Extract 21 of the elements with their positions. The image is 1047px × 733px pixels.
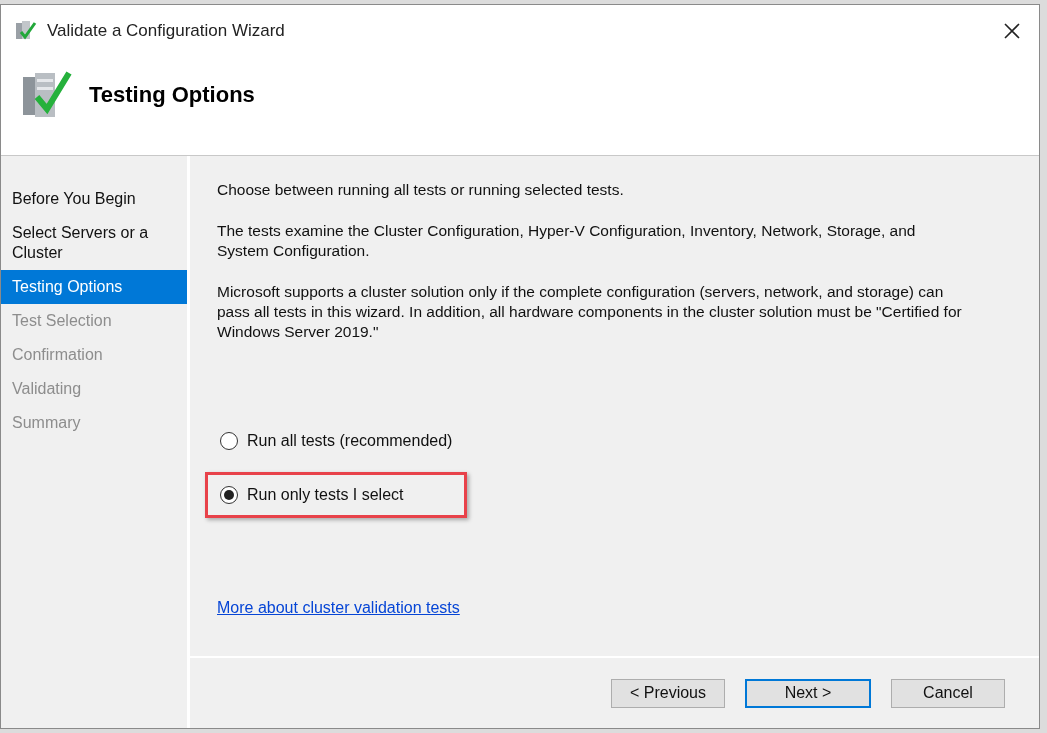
option-label[interactable]: Run all tests (recommended) xyxy=(247,429,453,453)
window-title: Validate a Configuration Wizard xyxy=(47,20,285,43)
wizard-step: Select Servers or a Cluster xyxy=(1,216,187,270)
description-text: Microsoft supports a cluster solution only if the complete configuration (servers, network, and storage) can pass all tests in this wizard. In addition, all hardware components in the cluster solution must be "Certified for Windows Server 2019." xyxy=(217,282,963,342)
description-text: The tests examine the Cluster Configuration, Hyper-V Configuration, Inventory, Network, Storage, and System Configuration. xyxy=(217,221,917,261)
wizard-step: Test Selection xyxy=(1,304,187,338)
option-label[interactable]: Run only tests I select xyxy=(247,483,404,507)
wizard-step: Testing Options xyxy=(1,270,187,304)
radio-button[interactable] xyxy=(220,432,238,450)
radio-button[interactable] xyxy=(220,486,238,504)
close-icon[interactable] xyxy=(1003,22,1021,40)
wizard-button[interactable]: Next > xyxy=(745,678,871,708)
wizard-button[interactable]: < Previous xyxy=(611,678,725,708)
wizard-button[interactable]: Cancel xyxy=(891,678,1005,708)
description-text: Choose between running all tests or running selected tests. xyxy=(217,180,625,200)
wizard-step: Before You Begin xyxy=(1,182,187,216)
page-title: Testing Options xyxy=(89,80,255,109)
wizard-step: Summary xyxy=(1,406,187,440)
wizard-step: Validating xyxy=(1,372,187,406)
help-link[interactable]: More about cluster validation tests xyxy=(217,596,460,620)
wizard-step: Confirmation xyxy=(1,338,187,372)
